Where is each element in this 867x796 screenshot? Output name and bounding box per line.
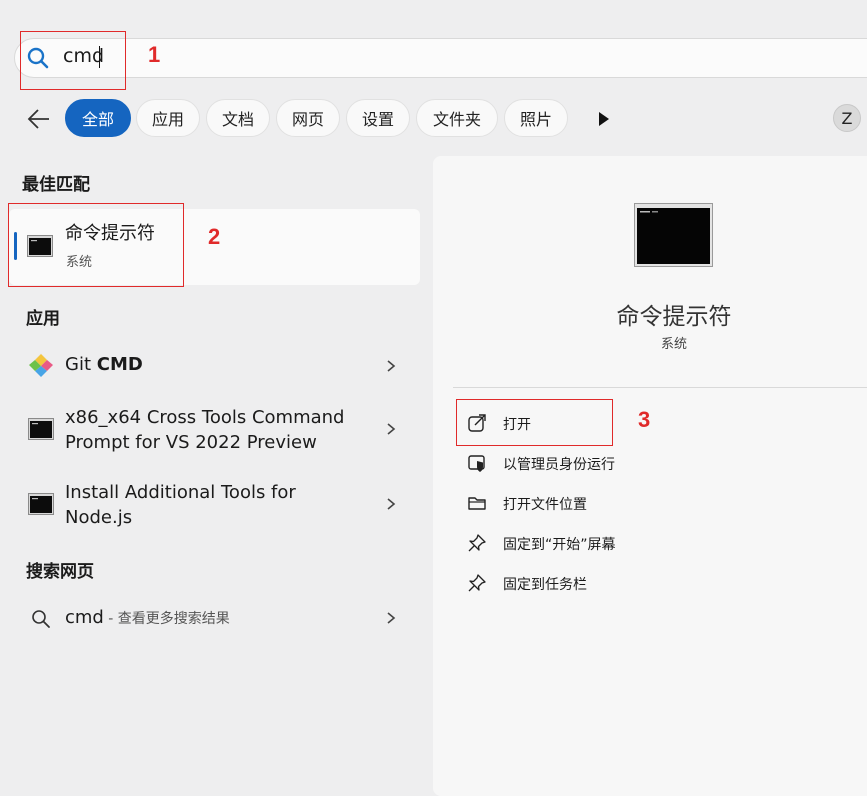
pin-icon [468, 534, 486, 552]
folder-icon [468, 497, 486, 510]
app-node-line2: Node.js [65, 507, 133, 528]
chevron-right-icon [387, 498, 396, 510]
annotation-number-3: 3 [638, 407, 651, 432]
app-node-line1: Install Additional Tools for [65, 482, 296, 503]
detail-subtitle: 系统 [660, 337, 687, 352]
chevron-right-icon [387, 612, 396, 624]
cmd-icon [28, 493, 54, 515]
avatar[interactable]: Z [833, 104, 861, 132]
divider [453, 387, 867, 388]
section-best-match: 最佳匹配 [22, 175, 90, 195]
annotation-box-1 [20, 31, 126, 90]
annotation-number-2: 2 [208, 224, 221, 249]
filter-photos[interactable]: 照片 [504, 99, 568, 137]
action-pin-to-start-label: 固定到“开始”屏幕 [503, 537, 616, 553]
search-icon [32, 610, 50, 628]
app-x86-line2: Prompt for VS 2022 Preview [65, 432, 317, 453]
play-icon[interactable] [597, 111, 611, 127]
action-pin-to-taskbar-label: 固定到任务栏 [503, 577, 587, 593]
shield-icon [468, 455, 485, 472]
filter-all[interactable]: 全部 [65, 99, 131, 137]
chevron-right-icon [387, 360, 396, 372]
app-x86-line1: x86_x64 Cross Tools Command [65, 407, 345, 428]
cmd-icon [634, 203, 713, 267]
search-bar[interactable] [14, 38, 867, 78]
action-run-as-admin-label: 以管理员身份运行 [503, 457, 615, 473]
app-git-cmd-label: Git CMD [65, 354, 143, 375]
filter-documents[interactable]: 文档 [206, 99, 270, 137]
chevron-right-icon [387, 423, 396, 435]
filter-web[interactable]: 网页 [276, 99, 340, 137]
filter-folders[interactable]: 文件夹 [416, 99, 498, 137]
section-web-search: 搜索网页 [26, 562, 94, 582]
git-icon [29, 353, 53, 377]
pin-icon [468, 574, 486, 592]
filter-apps[interactable]: 应用 [136, 99, 200, 137]
back-arrow-icon[interactable] [26, 106, 52, 132]
annotation-number-1: 1 [148, 42, 161, 67]
cmd-icon [28, 418, 54, 440]
web-search-label: cmd - 查看更多搜索结果 [65, 607, 230, 628]
filter-settings[interactable]: 设置 [346, 99, 410, 137]
section-apps: 应用 [26, 309, 60, 329]
annotation-box-3 [456, 399, 613, 446]
detail-title: 命令提示符 [616, 304, 732, 330]
annotation-box-2 [8, 203, 184, 287]
action-open-file-location-label: 打开文件位置 [503, 497, 587, 513]
